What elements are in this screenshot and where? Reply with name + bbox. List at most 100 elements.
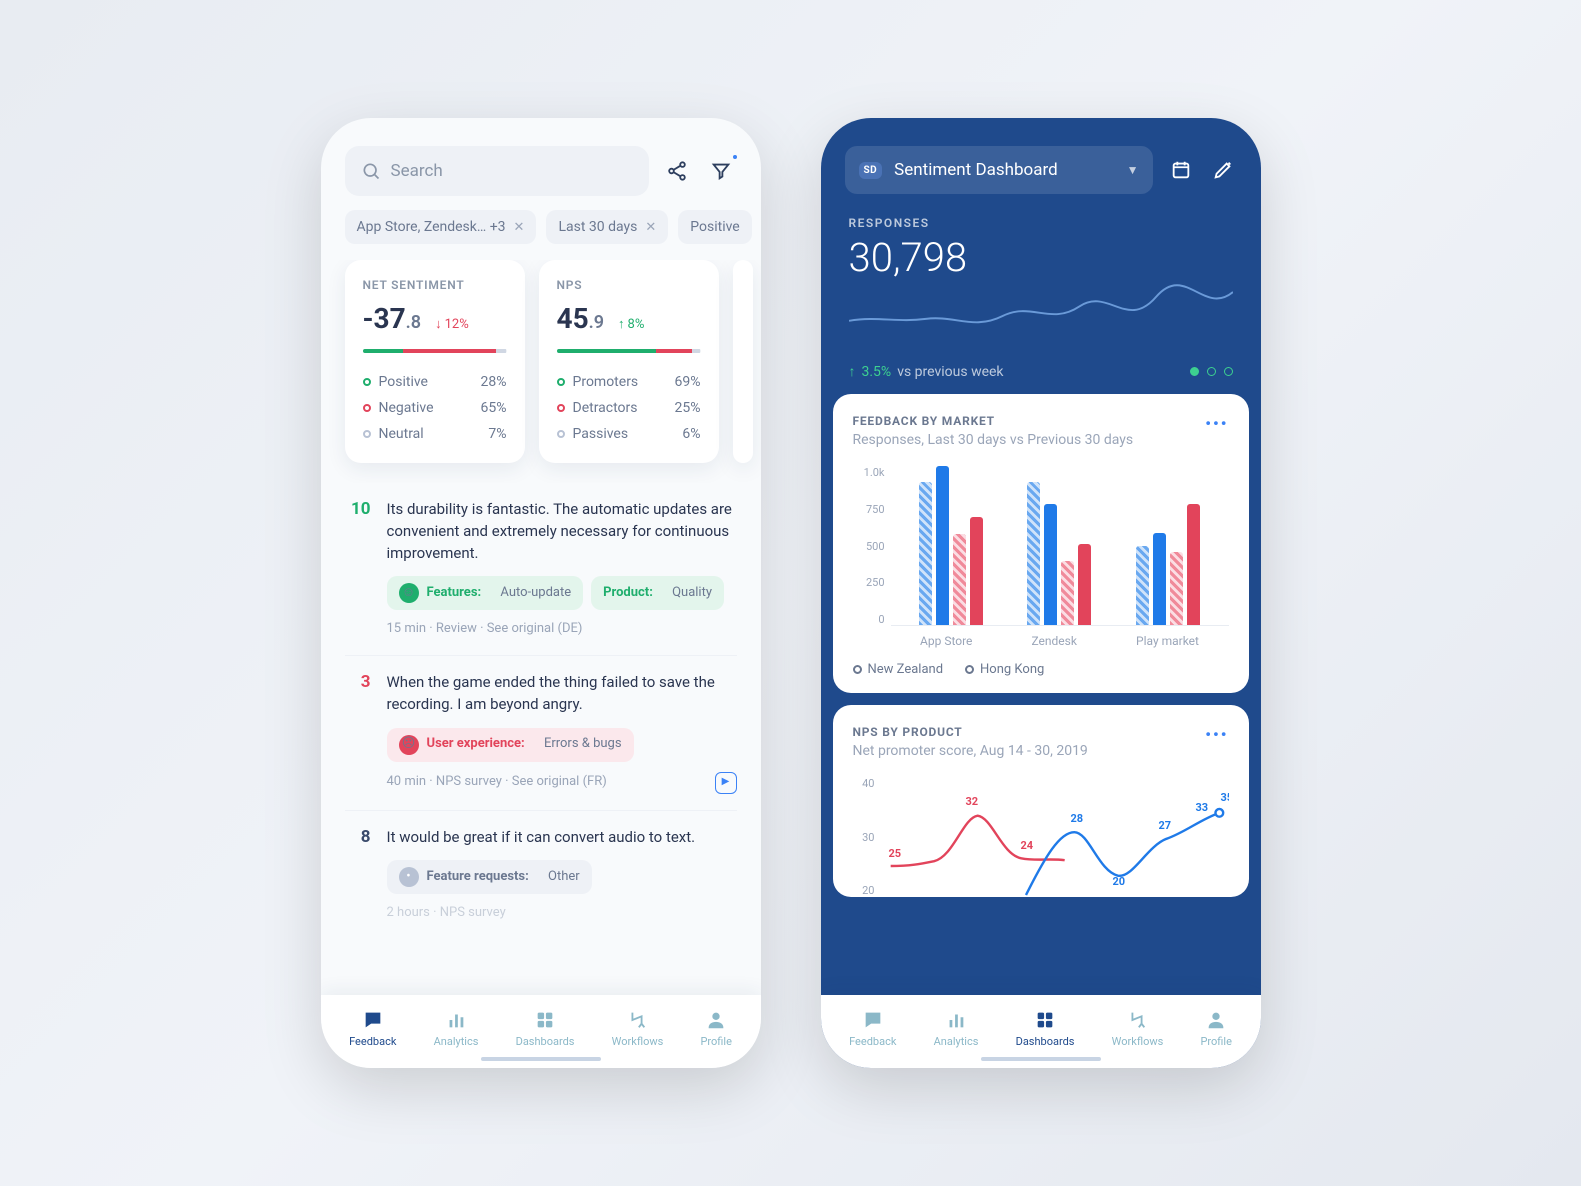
analytics-icon [445, 1009, 467, 1031]
nav-workflows[interactable]: Workflows [1112, 1009, 1164, 1048]
search-input[interactable]: Search [345, 146, 649, 196]
list-item: Neutral7% [363, 421, 507, 447]
dashboards-icon [534, 1009, 556, 1031]
play-button[interactable]: ▶ [715, 772, 737, 794]
search-placeholder: Search [391, 161, 443, 181]
nps-by-product-card: NPS BY PRODUCT Net promoter score, Aug 1… [833, 705, 1249, 897]
nav-profile[interactable]: Profile [1200, 1009, 1231, 1048]
feedback-item[interactable]: 3 When the game ended the thing failed t… [345, 655, 737, 810]
close-icon[interactable]: ✕ [645, 220, 656, 235]
nav-dashboards[interactable]: Dashboards [516, 1009, 575, 1048]
dot-icon [363, 430, 371, 438]
more-button[interactable]: ••• [1205, 414, 1228, 433]
y-axis: 1.0k7505002500 [853, 466, 891, 626]
y-axis: 403020 [853, 777, 881, 897]
data-label: 32 [966, 795, 979, 808]
card-title: FEEDBACK BY MARKET [853, 414, 1134, 428]
arrow-up-icon: ↑ [849, 363, 856, 380]
metric-cards: NET SENTIMENT -37.8 ↓12% Positive28% Neg… [321, 260, 761, 483]
dot-icon [965, 665, 974, 674]
filter-chip-range[interactable]: Last 30 days✕ [546, 210, 668, 244]
arrow-down-icon: ↓ [435, 316, 442, 332]
legend-item: New Zealand [853, 662, 944, 677]
more-button[interactable]: ••• [1205, 725, 1228, 744]
nps-card[interactable]: NPS 45.9 ↑8% Promoters69% Detractors25% … [539, 260, 719, 463]
frown-icon: ☹ [399, 735, 419, 755]
bottom-nav: Feedback Analytics Dashboards Workflows … [821, 995, 1261, 1068]
filter-badge [731, 153, 739, 161]
bottom-nav: Feedback Analytics Dashboards Workflows … [321, 995, 761, 1068]
responses-sparkline [821, 281, 1261, 355]
smile-icon: ☺ [399, 583, 419, 603]
dashboard-name: Sentiment Dashboard [894, 160, 1058, 180]
feedback-text: When the game ended the thing failed to … [387, 672, 737, 716]
responses-hero: RESPONSES 30,798 [821, 204, 1261, 281]
bar-group [1027, 466, 1091, 625]
card-subtitle: Net promoter score, Aug 14 - 30, 2019 [853, 743, 1088, 759]
dot-icon [1207, 367, 1216, 376]
feedback-item[interactable]: 8 It would be great if it can convert au… [345, 810, 737, 940]
feedback-score: 8 [345, 827, 371, 924]
metric-delta: ↑8% [618, 316, 644, 332]
nav-analytics[interactable]: Analytics [434, 1009, 479, 1048]
data-label: 35 [1221, 791, 1229, 804]
feedback-text: Its durability is fantastic. The automat… [387, 499, 737, 564]
dot-icon [557, 404, 565, 412]
feedback-text: It would be great if it can convert audi… [387, 827, 737, 849]
close-icon[interactable]: ✕ [514, 220, 525, 235]
feedback-list: 10 Its durability is fantastic. The auto… [321, 483, 761, 939]
dot-icon [363, 404, 371, 412]
metric-card-peek[interactable] [733, 260, 753, 463]
responses-footer: ↑3.5%vs previous week [821, 355, 1261, 394]
feedback-screen: Search App Store, Zendesk… +3✕ Last 30 d… [321, 118, 761, 1068]
page-dots[interactable] [1190, 367, 1233, 376]
filter-chip-sources[interactable]: App Store, Zendesk… +3✕ [345, 210, 537, 244]
home-indicator [481, 1057, 601, 1061]
home-indicator [981, 1057, 1101, 1061]
metric-value: 45.9 [557, 302, 605, 335]
data-label: 27 [1159, 819, 1172, 832]
nav-feedback[interactable]: Feedback [849, 1009, 896, 1048]
list-item: Negative65% [363, 395, 507, 421]
distribution-bar [363, 349, 507, 353]
share-button[interactable] [661, 155, 693, 187]
metric-delta: ↓12% [435, 316, 469, 332]
net-sentiment-card[interactable]: NET SENTIMENT -37.8 ↓12% Positive28% Neg… [345, 260, 525, 463]
calendar-button[interactable] [1167, 156, 1195, 184]
search-icon [361, 161, 381, 181]
feedback-tag[interactable]: ☹User experience: Errors & bugs [387, 728, 634, 762]
top-bar: Search [321, 118, 761, 210]
dot-icon [853, 665, 862, 674]
nav-dashboards[interactable]: Dashboards [1016, 1009, 1075, 1048]
feedback-meta: 2 hours · NPS survey [387, 904, 737, 923]
filter-chip-sentiment[interactable]: Positive [678, 210, 751, 244]
feedback-item[interactable]: 10 Its durability is fantastic. The auto… [345, 483, 737, 655]
responses-delta: ↑3.5%vs previous week [849, 363, 1004, 380]
breakdown-list: Promoters69% Detractors25% Passives6% [557, 369, 701, 447]
list-item: Positive28% [363, 369, 507, 395]
analytics-icon [945, 1009, 967, 1031]
nav-feedback[interactable]: Feedback [349, 1009, 396, 1048]
dashboard-screen: SD Sentiment Dashboard ▼ RESPONSES 30,79… [821, 118, 1261, 1068]
nav-analytics[interactable]: Analytics [934, 1009, 979, 1048]
feedback-tag[interactable]: Product: Quality [591, 576, 724, 610]
list-item: Promoters69% [557, 369, 701, 395]
line-chart: 403020 25 32 24 28 20 27 33 35 [853, 763, 1229, 897]
profile-icon [1205, 1009, 1227, 1031]
data-label: 24 [1021, 839, 1034, 852]
calendar-icon [1170, 159, 1192, 181]
edit-icon [1212, 159, 1234, 181]
feedback-by-market-card: FEEDBACK BY MARKET Responses, Last 30 da… [833, 394, 1249, 693]
nav-workflows[interactable]: Workflows [612, 1009, 664, 1048]
feedback-icon [862, 1009, 884, 1031]
feedback-tag[interactable]: ☺Features: Auto-update [387, 576, 584, 610]
line-plot: 25 32 24 28 20 27 33 35 [881, 777, 1229, 897]
nav-profile[interactable]: Profile [700, 1009, 731, 1048]
list-item: Detractors25% [557, 395, 701, 421]
dot-icon [363, 378, 371, 386]
bar-group [919, 466, 983, 625]
edit-button[interactable] [1209, 156, 1237, 184]
dashboard-selector[interactable]: SD Sentiment Dashboard ▼ [845, 146, 1153, 194]
feedback-tag[interactable]: •Feature requests: Other [387, 860, 592, 894]
filter-button[interactable] [705, 155, 737, 187]
